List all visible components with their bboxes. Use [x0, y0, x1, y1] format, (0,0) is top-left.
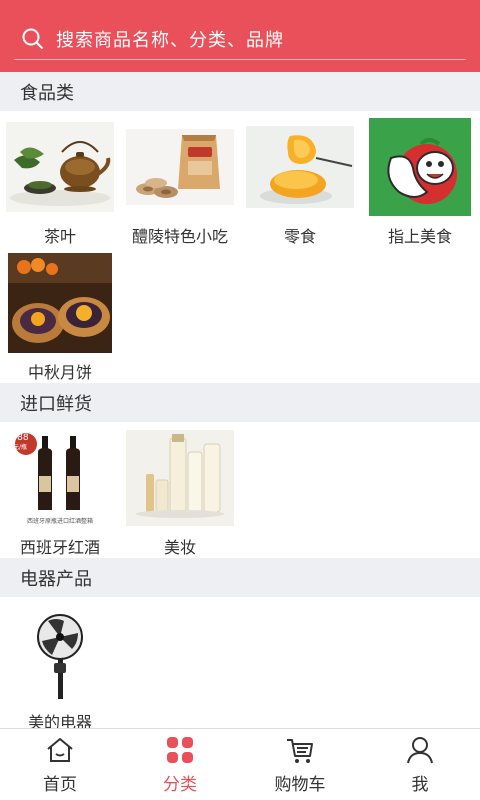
user-icon — [407, 737, 433, 764]
category-item-mooncake[interactable]: 中秋月饼 — [0, 247, 120, 383]
section-header-imported: 进口鲜货 — [0, 383, 480, 422]
nav-home[interactable]: 首页 — [0, 729, 120, 800]
search-icon — [22, 28, 43, 49]
nav-category[interactable]: 分类 — [120, 729, 240, 800]
nav-label: 我 — [411, 775, 429, 795]
cosmetics-image — [126, 428, 234, 528]
search-bar[interactable]: 搜索商品名称、分类、品牌 — [14, 18, 466, 60]
category-item-midea[interactable]: 美的电器 — [0, 597, 120, 728]
category-item-snacks[interactable]: 零食 — [240, 111, 360, 247]
category-item-label: 指上美食 — [387, 227, 452, 246]
category-item-label: 中秋月饼 — [27, 363, 92, 382]
category-item-label: 西班牙红酒 — [19, 538, 100, 557]
category-item-label: 美妆 — [163, 538, 196, 557]
header: 搜索商品名称、分类、品牌 — [0, 0, 480, 72]
category-item-label: 茶叶 — [43, 227, 76, 246]
section-grid-electronics: 美的电器 — [0, 597, 480, 728]
mooncake-image — [6, 253, 114, 353]
cart-icon — [287, 739, 313, 763]
home-icon — [47, 738, 73, 762]
electric-fan-image — [6, 603, 114, 703]
category-item-label: 零食 — [283, 227, 316, 246]
wine-caption: 西班牙原瓶进口红酒整箱 — [26, 517, 93, 525]
nav-label: 分类 — [163, 775, 197, 795]
search-input[interactable]: 搜索商品名称、分类、品牌 — [56, 26, 284, 52]
category-list[interactable]: 食品类 茶叶 醴陵特色小吃 零食 指上美食 中秋月饼 进口鲜货 ¥88 元/瓶 … — [0, 72, 480, 728]
category-item-finger-food[interactable]: 指上美食 — [360, 111, 480, 247]
wine-bottles-image: ¥88 元/瓶 西班牙原瓶进口红酒整箱 — [6, 428, 114, 528]
category-item-tea[interactable]: 茶叶 — [0, 111, 120, 247]
tea-image — [6, 117, 114, 217]
nav-label: 首页 — [43, 775, 77, 795]
category-item-cosmetics[interactable]: 美妆 — [120, 422, 240, 558]
nav-me[interactable]: 我 — [360, 729, 480, 800]
bottom-nav: 首页 分类 购物车 我 — [0, 728, 480, 800]
section-grid-imported: ¥88 元/瓶 西班牙原瓶进口红酒整箱 西班牙红酒 美妆 — [0, 422, 480, 558]
section-header-electronics: 电器产品 — [0, 558, 480, 597]
category-item-spanish-wine[interactable]: ¥88 元/瓶 西班牙原瓶进口红酒整箱 西班牙红酒 — [0, 422, 120, 558]
category-icon — [167, 737, 193, 763]
snack-package-image — [126, 117, 234, 217]
cartoon-logo-image — [366, 117, 474, 217]
section-header-food: 食品类 — [0, 72, 480, 111]
category-item-liling-snacks[interactable]: 醴陵特色小吃 — [120, 111, 240, 247]
nav-label: 购物车 — [274, 775, 326, 795]
price-badge-unit: 元/瓶 — [12, 443, 28, 451]
section-grid-food: 茶叶 醴陵特色小吃 零食 指上美食 中秋月饼 — [0, 111, 480, 383]
category-item-label: 醴陵特色小吃 — [131, 227, 228, 246]
category-item-label: 美的电器 — [27, 713, 92, 728]
peach-slices-image — [246, 117, 354, 217]
nav-cart[interactable]: 购物车 — [240, 729, 360, 800]
